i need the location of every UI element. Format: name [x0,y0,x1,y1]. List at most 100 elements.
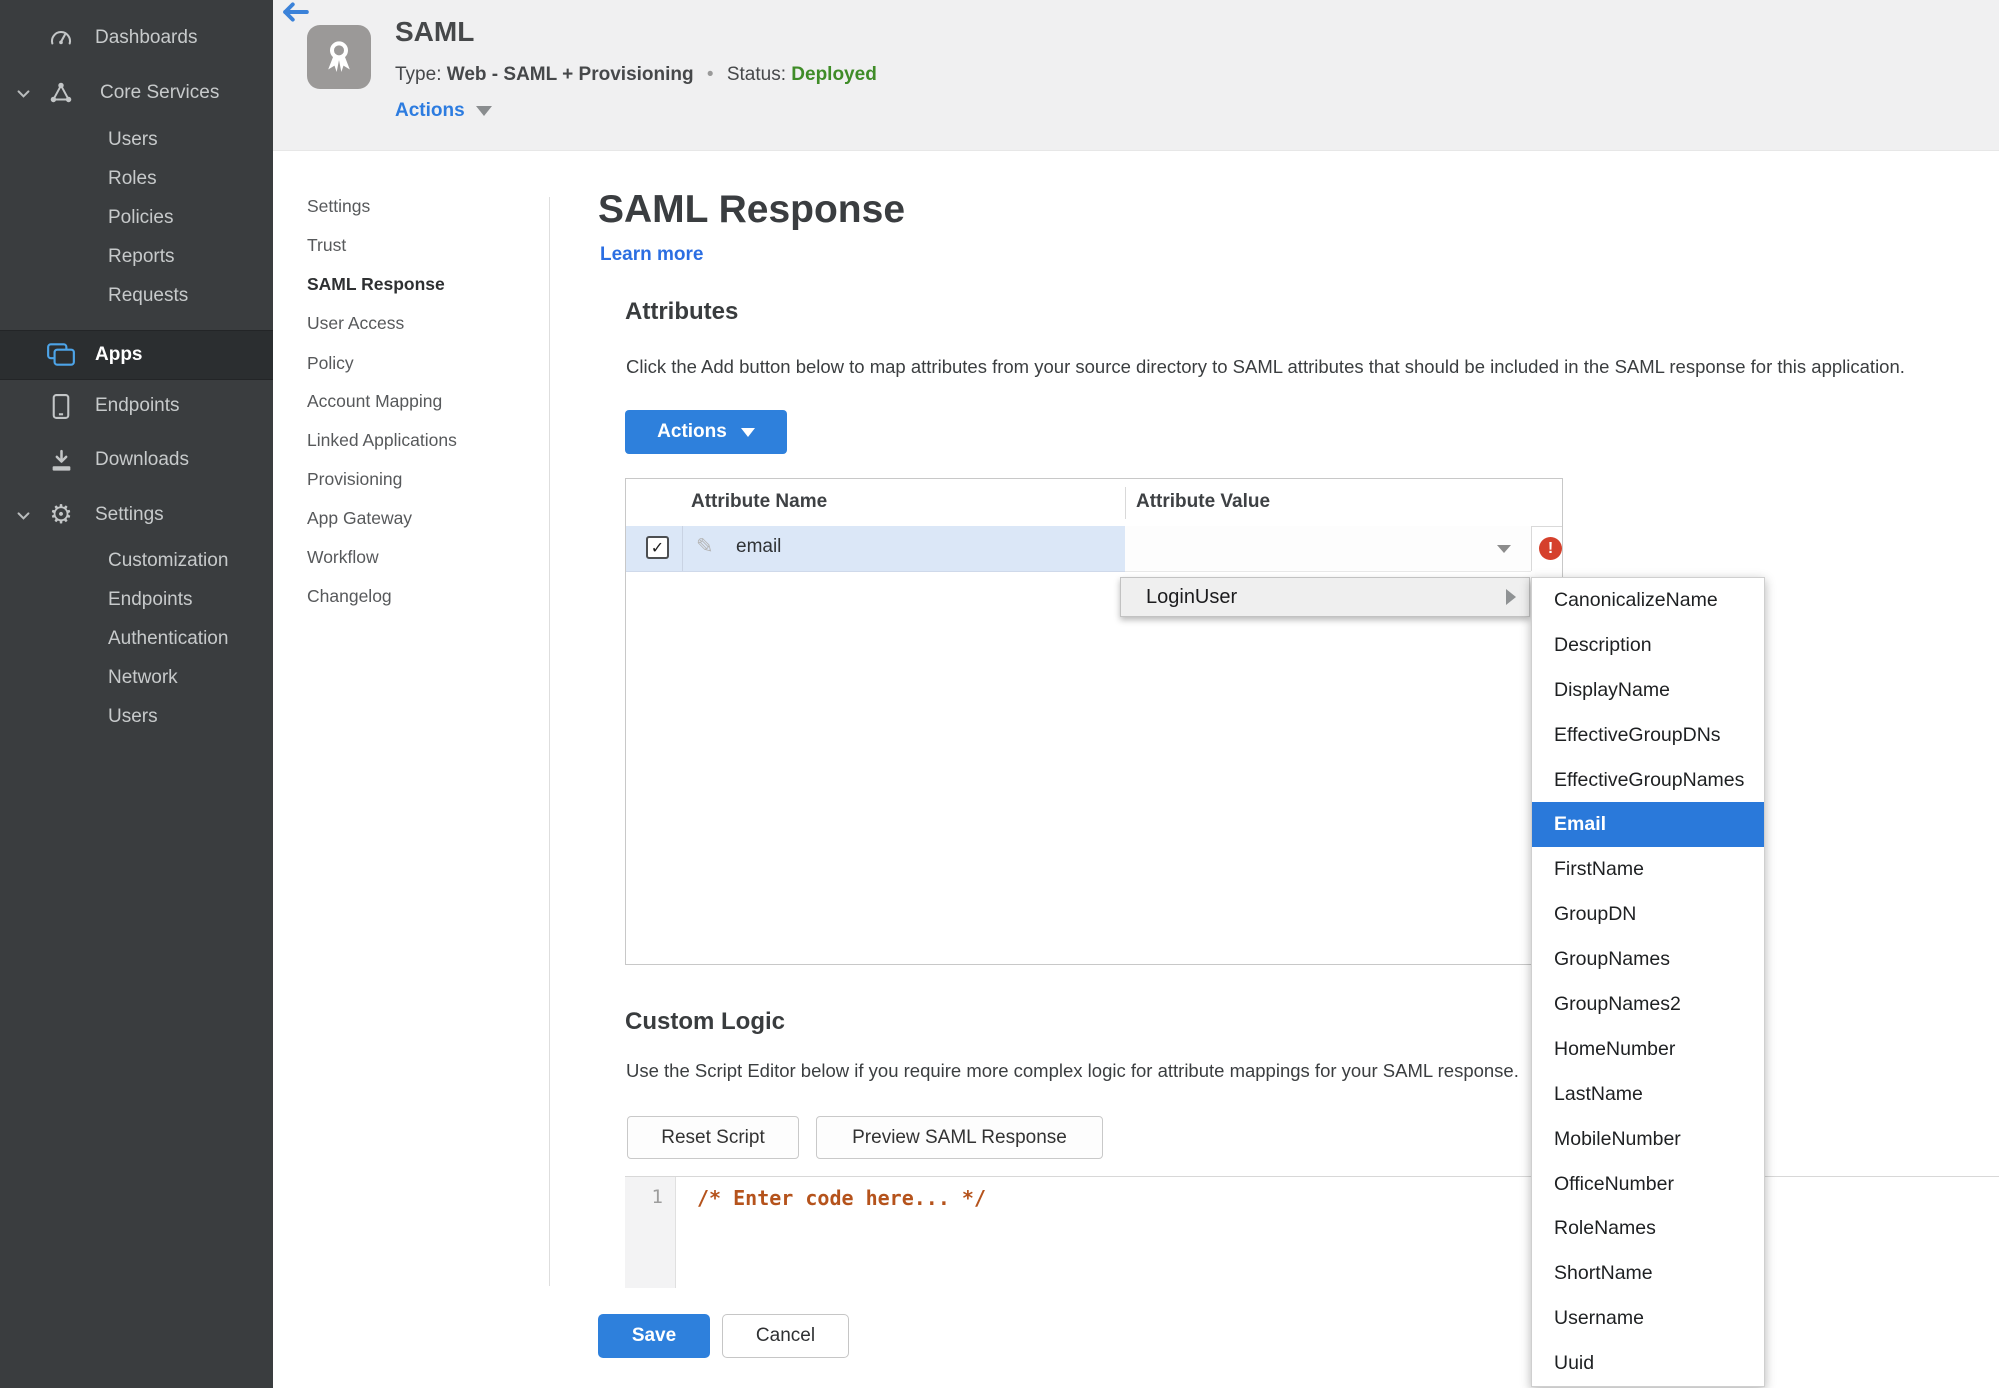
sidebar-item-label: Roles [108,168,157,189]
tab-linked-applications[interactable]: Linked Applications [307,425,457,455]
row-checkbox[interactable]: ✓ [646,536,669,559]
menu-item[interactable]: MobileNumber [1532,1117,1764,1162]
header-actions-dropdown[interactable]: Actions [395,100,492,122]
sidebar-item-downloads[interactable]: Downloads [0,441,273,479]
tab-provisioning[interactable]: Provisioning [307,464,402,494]
tab-app-gateway[interactable]: App Gateway [307,503,412,533]
sidebar-item-label: Customization [108,550,229,571]
tab-trust[interactable]: Trust [307,230,346,260]
attributes-heading: Attributes [625,298,739,325]
sidebar-item-label: Endpoints [108,589,193,610]
attribute-value-dropdown[interactable] [1125,526,1531,572]
learn-more-link[interactable]: Learn more [600,244,703,266]
editor-line-number: 1 [651,1186,663,1208]
sidebar-item-network[interactable]: Network [0,659,273,697]
type-label: Type: [395,64,442,85]
sidebar-item-label: Apps [95,344,143,365]
sidebar-item-label: Authentication [108,628,229,649]
sidebar-item-label: Core Services [100,82,220,103]
sidebar-item-apps[interactable]: Apps [0,330,273,380]
menu-item[interactable]: LastName [1532,1072,1764,1117]
app-meta-line: Type: Web - SAML + Provisioning • Status… [395,64,877,86]
tab-policy[interactable]: Policy [307,348,354,378]
sidebar-item-settings-users[interactable]: Users [0,698,273,736]
sidebar-item-settings[interactable]: ⚙ Settings [0,496,273,534]
menu-item[interactable]: Description [1532,623,1764,668]
table-header-row: Attribute Name Attribute Value [626,479,1562,527]
nav-content-divider [549,197,550,1286]
menu-item[interactable]: GroupNames [1532,937,1764,982]
tab-user-access[interactable]: User Access [307,308,404,338]
tab-changelog[interactable]: Changelog [307,581,392,611]
menu-item[interactable]: OfficeNumber [1532,1162,1764,1207]
chevron-down-icon[interactable] [12,82,34,104]
menu-item[interactable]: Username [1532,1296,1764,1341]
sidebar-item-settings-endpoints[interactable]: Endpoints [0,581,273,619]
tab-account-mapping[interactable]: Account Mapping [307,386,442,416]
menu-item[interactable]: DisplayName [1532,668,1764,713]
error-icon: ! [1539,537,1562,560]
script-editor[interactable]: /* Enter code here... */ [677,1177,1999,1288]
tab-settings[interactable]: Settings [307,191,370,221]
custom-logic-description: Use the Script Editor below if you requi… [626,1060,1519,1081]
status-label: Status: [726,64,786,85]
tab-saml-response[interactable]: SAML Response [307,269,445,299]
column-header-attribute-value: Attribute Value [1136,491,1271,512]
sidebar-item-reports[interactable]: Reports [0,238,273,276]
attributes-table: Attribute Name Attribute Value ✓ ✎ email… [625,478,1563,965]
separator-dot: • [706,64,714,85]
sidebar-item-roles[interactable]: Roles [0,160,273,198]
attributes-description: Click the Add button below to map attrib… [626,356,1905,377]
sidebar-item-label: Endpoints [95,395,180,416]
sidebar-item-label: Dashboards [95,27,198,48]
attribute-value-submenu: CanonicalizeName Description DisplayName Ef… [1531,577,1765,1387]
custom-logic-heading: Custom Logic [625,1008,785,1035]
chevron-down-icon [1497,545,1511,553]
attributes-actions-button[interactable]: Actions [625,410,787,454]
core-services-icon [46,78,76,108]
error-cell-divider [1531,526,1532,571]
sidebar-item-dashboards[interactable]: Dashboards [0,19,273,57]
menu-item[interactable]: ShortName [1532,1251,1764,1296]
sidebar-item-endpoints[interactable]: Endpoints [0,387,273,425]
menu-item[interactable]: Uuid [1532,1341,1764,1386]
sidebar-item-label: Settings [95,504,164,525]
menu-item[interactable]: CanonicalizeName [1532,578,1764,623]
menu-item[interactable]: GroupNames2 [1532,982,1764,1027]
sidebar-item-authentication[interactable]: Authentication [0,620,273,658]
menu-item[interactable]: EffectiveGroupNames [1532,758,1764,803]
back-arrow-icon[interactable] [283,2,309,22]
table-row[interactable]: ✓ ✎ email ! [626,526,1562,572]
value-context-menu[interactable]: LoginUser [1120,577,1530,617]
menu-item[interactable]: GroupDN [1532,892,1764,937]
editor-code-text: /* Enter code here... */ [697,1186,986,1210]
reset-script-button[interactable]: Reset Script [627,1116,799,1159]
sidebar-item-label: Users [108,706,158,727]
endpoint-device-icon [46,391,76,421]
sidebar-item-customization[interactable]: Customization [0,542,273,580]
sidebar-item-label: Network [108,667,178,688]
attribute-name-value: email [736,536,782,557]
menu-item[interactable]: RoleNames [1532,1206,1764,1251]
menu-item[interactable]: Email [1532,802,1764,848]
sidebar-item-core-services[interactable]: Core Services [0,74,273,112]
sidebar-item-requests[interactable]: Requests [0,277,273,315]
save-button[interactable]: Save [598,1314,710,1358]
status-badge: Deployed [791,64,877,85]
sidebar-item-users[interactable]: Users [0,121,273,159]
gear-icon: ⚙ [49,500,73,530]
sidebar-item-label: Reports [108,246,175,267]
attribute-name-cell: ✓ ✎ email [626,526,1125,572]
chevron-down-icon[interactable] [12,504,34,526]
preview-saml-response-button[interactable]: Preview SAML Response [816,1116,1103,1159]
menu-item[interactable]: FirstName [1532,847,1764,892]
actions-button-label: Actions [657,421,727,442]
menu-item[interactable]: EffectiveGroupDNs [1532,713,1764,758]
tab-workflow[interactable]: Workflow [307,542,379,572]
edit-pencil-icon[interactable]: ✎ [696,534,714,558]
cancel-button[interactable]: Cancel [722,1314,849,1358]
sidebar-item-policies[interactable]: Policies [0,199,273,237]
saml-app-icon [307,25,371,89]
menu-item[interactable]: HomeNumber [1532,1027,1764,1072]
column-divider [1125,487,1126,519]
